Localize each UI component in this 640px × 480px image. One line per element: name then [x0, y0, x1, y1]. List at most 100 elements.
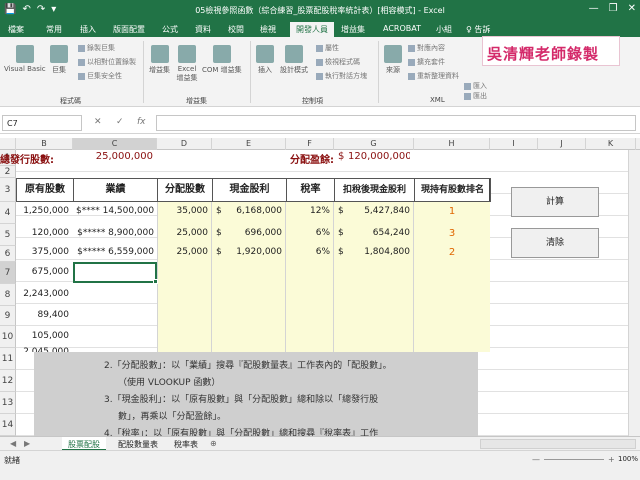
com-addins-button[interactable]: COM 增益集: [202, 45, 242, 75]
formula-input[interactable]: [156, 115, 636, 131]
calculate-button[interactable]: 計算: [511, 187, 599, 217]
row5-rank[interactable]: 3: [414, 228, 490, 239]
import-button[interactable]: 匯入: [464, 81, 487, 91]
row-header-4[interactable]: 4: [0, 202, 16, 224]
enter-icon[interactable]: ✓: [116, 117, 124, 127]
row4-tax-rate[interactable]: 12%: [286, 206, 330, 216]
total-shares-value[interactable]: 25,000,000: [73, 151, 153, 162]
fill-handle[interactable]: [153, 279, 158, 284]
column-header-c[interactable]: C: [73, 138, 157, 150]
sheet-tab-stock-dividend[interactable]: 股票配股: [62, 437, 106, 451]
column-header-h[interactable]: H: [414, 138, 490, 150]
excel-addins-button[interactable]: Excel 增益集: [174, 45, 200, 83]
tab-acrobat[interactable]: ACROBAT: [383, 24, 421, 33]
zoom-slider[interactable]: [544, 459, 604, 460]
tab-view[interactable]: 檢視: [260, 24, 276, 35]
design-mode-button[interactable]: 設計模式: [280, 45, 308, 75]
row-header-7[interactable]: 7: [0, 262, 16, 284]
row5-cash-dividend[interactable]: 696,000: [226, 228, 282, 238]
row5-tax-rate[interactable]: 6%: [286, 228, 330, 238]
close-button[interactable]: ✕: [628, 3, 636, 14]
undo-icon[interactable]: ↶: [22, 4, 30, 15]
map-properties-button[interactable]: 對應內容: [408, 43, 445, 53]
addins-button[interactable]: 增益集: [149, 45, 170, 75]
export-button[interactable]: 匯出: [464, 91, 487, 101]
distributable-earnings-value[interactable]: 120,000,000: [348, 151, 410, 162]
row5-after-tax-dividend[interactable]: 654,240: [348, 228, 410, 238]
add-sheet-icon[interactable]: ⊕: [204, 437, 223, 451]
relative-reference-button[interactable]: 以相對位置錄製: [78, 57, 136, 67]
row6-after-tax-dividend[interactable]: 1,804,800: [348, 247, 410, 257]
tab-scroll-right-icon[interactable]: ▶: [18, 437, 36, 451]
column-header-b[interactable]: B: [16, 138, 73, 150]
insert-function-icon[interactable]: fx: [137, 117, 146, 127]
restore-button[interactable]: ❐: [609, 3, 618, 14]
row4-performance[interactable]: $**** 14,500,000: [76, 206, 154, 216]
row-header-14[interactable]: 14: [0, 414, 16, 436]
macros-button[interactable]: 巨集: [50, 45, 68, 75]
row5-performance[interactable]: $***** 8,900,000: [76, 228, 154, 238]
row6-performance[interactable]: $***** 6,559,000: [76, 247, 154, 257]
column-header-f[interactable]: F: [286, 138, 334, 150]
run-dialog-button[interactable]: 執行對話方塊: [316, 71, 367, 81]
row-header-3[interactable]: 3: [0, 178, 16, 202]
cancel-icon[interactable]: ✕: [94, 117, 102, 127]
row6-original-shares[interactable]: 375,000: [16, 247, 69, 257]
column-header-e[interactable]: E: [212, 138, 286, 150]
column-header-i[interactable]: I: [490, 138, 538, 150]
row-header-5[interactable]: 5: [0, 224, 16, 246]
row6-tax-rate[interactable]: 6%: [286, 247, 330, 257]
record-macro-button[interactable]: 錄製巨集: [78, 43, 115, 53]
column-header-k[interactable]: K: [586, 138, 636, 150]
column-header-j[interactable]: J: [538, 138, 586, 150]
row6-cash-dividend[interactable]: 1,920,000: [226, 247, 282, 257]
insert-control-button[interactable]: 插入: [256, 45, 274, 75]
name-box[interactable]: C7: [2, 115, 82, 131]
row4-rank[interactable]: 1: [414, 206, 490, 217]
tab-developer[interactable]: 開發人員: [290, 22, 334, 37]
zoom-in-icon[interactable]: +: [608, 455, 615, 464]
expansion-packs-button[interactable]: 擴充套件: [408, 57, 445, 67]
row-header-11[interactable]: 11: [0, 348, 16, 370]
row-header-10[interactable]: 10: [0, 326, 16, 348]
zoom-level[interactable]: 100%: [618, 455, 638, 463]
b7-value[interactable]: 675,000: [16, 267, 69, 277]
sheet-tab-allotment-table[interactable]: 配股數量表: [112, 437, 164, 451]
visual-basic-button[interactable]: Visual Basic: [4, 45, 46, 73]
vertical-scrollbar[interactable]: [628, 150, 640, 436]
customize-qat-icon[interactable]: ▾: [51, 4, 56, 15]
row-header-8[interactable]: 8: [0, 284, 16, 306]
column-header-d[interactable]: D: [157, 138, 212, 150]
macro-security-button[interactable]: 巨集安全性: [78, 71, 122, 81]
b11-value[interactable]: 2,045,000: [16, 344, 69, 352]
row4-allotted-shares[interactable]: 35,000: [157, 206, 209, 216]
b10-value[interactable]: 105,000: [16, 331, 69, 341]
row5-allotted-shares[interactable]: 25,000: [157, 228, 209, 238]
select-all-corner[interactable]: [0, 138, 16, 150]
clear-button[interactable]: 清除: [511, 228, 599, 258]
tab-file[interactable]: 檔案: [8, 24, 24, 35]
tab-home[interactable]: 常用: [46, 24, 62, 35]
save-icon[interactable]: 💾: [4, 4, 16, 15]
minimize-button[interactable]: —: [589, 3, 599, 14]
horizontal-scrollbar[interactable]: [480, 439, 636, 449]
properties-button[interactable]: 屬性: [316, 43, 339, 53]
tab-page-layout[interactable]: 版面配置: [113, 24, 145, 35]
view-code-button[interactable]: 檢視程式碼: [316, 57, 360, 67]
row-header-13[interactable]: 13: [0, 392, 16, 414]
row-header-9[interactable]: 9: [0, 306, 16, 326]
active-cell-c7[interactable]: [73, 262, 157, 283]
tab-insert[interactable]: 插入: [80, 24, 96, 35]
zoom-out-icon[interactable]: —: [532, 455, 540, 464]
row-header-12[interactable]: 12: [0, 370, 16, 392]
b8-value[interactable]: 2,243,000: [16, 289, 69, 299]
redo-icon[interactable]: ↷: [37, 4, 45, 15]
tab-formulas[interactable]: 公式: [162, 24, 178, 35]
tab-review[interactable]: 校閱: [228, 24, 244, 35]
tab-addins[interactable]: 增益集: [341, 24, 365, 35]
row5-original-shares[interactable]: 120,000: [16, 228, 69, 238]
row-header-2[interactable]: 2: [0, 166, 16, 178]
row4-after-tax-dividend[interactable]: 5,427,840: [348, 206, 410, 216]
row4-cash-dividend[interactable]: 6,168,000: [226, 206, 282, 216]
sheet-tab-tax-table[interactable]: 稅率表: [168, 437, 204, 451]
